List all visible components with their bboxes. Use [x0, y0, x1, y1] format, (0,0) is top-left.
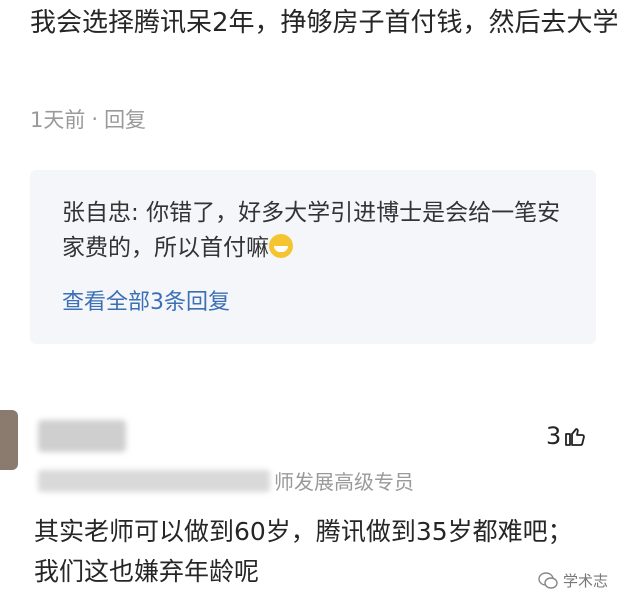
reply-author[interactable]: 张自忠:: [62, 200, 139, 226]
title-blurred: [38, 469, 270, 492]
comment-text-2: 其实老师可以做到60岁，腾讯做到35岁都难吧；我们这也嫌弃年龄呢: [34, 517, 573, 586]
comment-text: 我会选择腾讯呆2年，挣够房子首付钱，然后去大学: [30, 8, 619, 38]
user-title-text: 师发展高级专员: [274, 470, 414, 494]
watermark: 学术志: [538, 570, 608, 591]
wechat-icon: [538, 571, 558, 589]
like-button[interactable]: 3: [546, 422, 587, 450]
reply-button[interactable]: 回复: [104, 104, 146, 134]
like-count: 3: [546, 422, 562, 450]
reply-content: 张自忠: 你错了，好多大学引进博士是会给一笔安家费的，所以首付嘛: [62, 196, 582, 266]
username-blurred[interactable]: [38, 420, 126, 452]
grin-emoji-icon: [269, 234, 293, 258]
reply-box: 张自忠: 你错了，好多大学引进博士是会给一笔安家费的，所以首付嘛 查看全部3条回…: [30, 170, 596, 344]
separator-dot: ·: [91, 107, 99, 131]
comment-meta: 1天前 · 回复: [30, 104, 146, 134]
avatar[interactable]: [0, 410, 18, 470]
thumbs-up-icon: [565, 428, 586, 446]
view-all-replies-link[interactable]: 查看全部3条回复: [62, 284, 230, 316]
comment-time: 1天前: [30, 108, 86, 132]
watermark-text: 学术志: [563, 572, 609, 590]
user-title: 师发展高级专员: [38, 466, 414, 495]
